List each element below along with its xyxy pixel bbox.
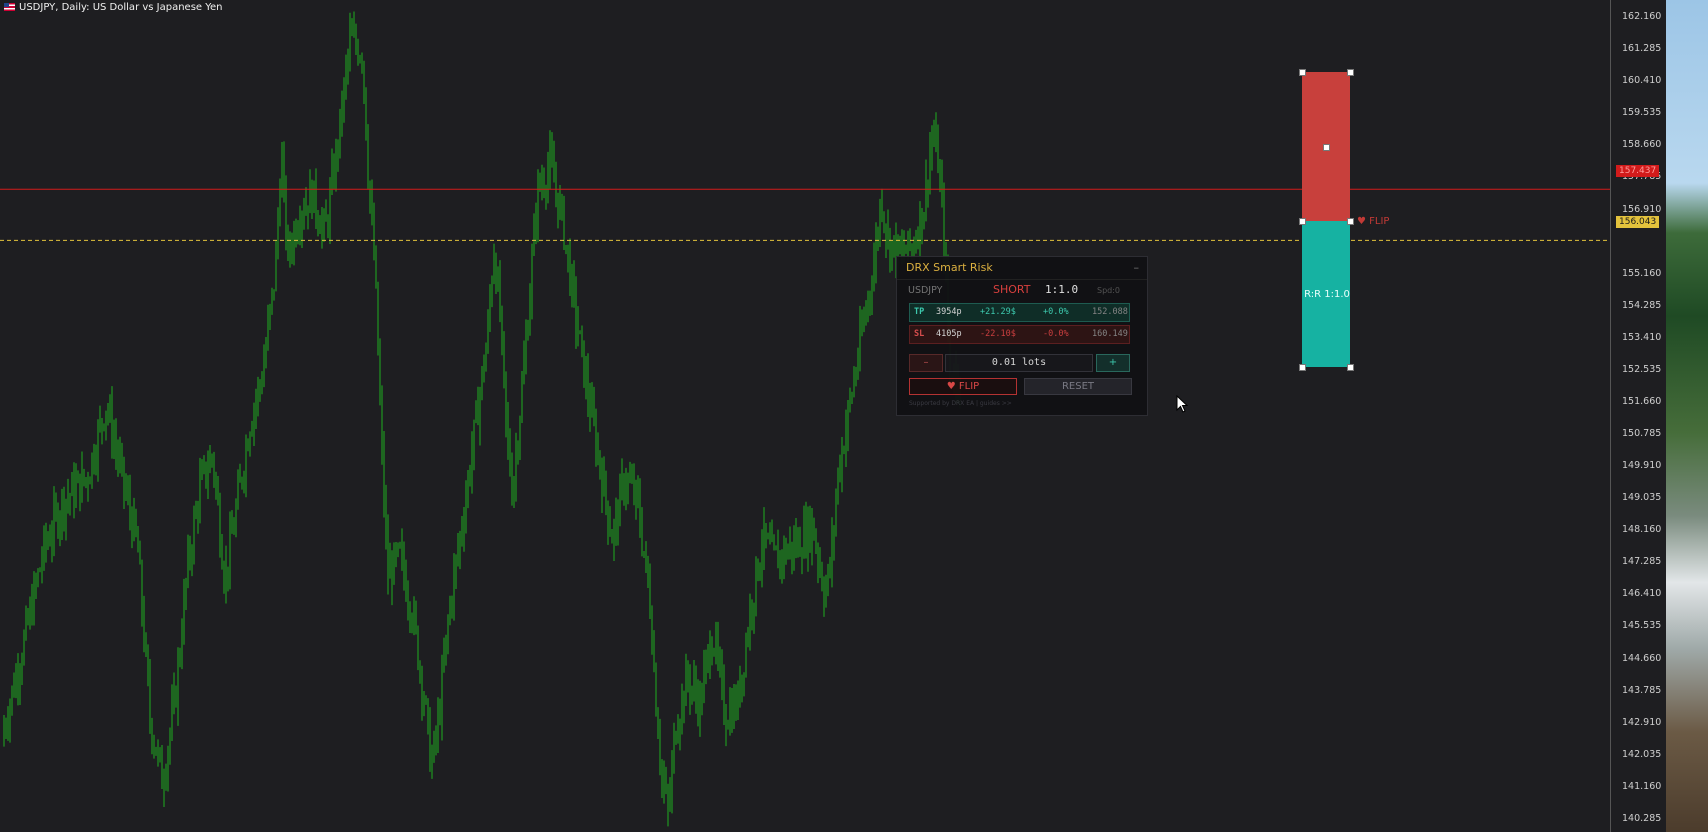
reset-button[interactable]: RESET bbox=[1024, 378, 1132, 395]
entry-price-tag: 156.043 bbox=[1616, 216, 1659, 228]
price-tick-label: 159.535 bbox=[1622, 107, 1662, 119]
sl-percent: -0.0% bbox=[1043, 329, 1069, 339]
price-tick-label: 146.410 bbox=[1622, 588, 1662, 600]
price-tick-label: 153.410 bbox=[1622, 331, 1662, 343]
lot-stepper: – 0.01 lots + bbox=[909, 354, 1130, 372]
sl-money: -22.10$ bbox=[980, 329, 1016, 339]
chart-flag-icon bbox=[4, 3, 15, 11]
sl-row: SL 4105p -22.10$ -0.0% 160.149 bbox=[909, 325, 1130, 344]
sl-pips: 4105p bbox=[936, 329, 962, 339]
price-tick-label: 141.160 bbox=[1622, 780, 1662, 792]
price-tick-label: 154.285 bbox=[1622, 299, 1662, 311]
price-tick-label: 144.660 bbox=[1622, 652, 1662, 664]
tp-row: TP 3954p +21.29$ +0.0% 152.088 bbox=[909, 303, 1130, 322]
sl-label: SL bbox=[914, 329, 925, 339]
price-tick-label: 142.035 bbox=[1622, 748, 1662, 760]
risk-panel-title: DRX Smart Risk bbox=[906, 261, 993, 274]
panel-symbol: USDJPY bbox=[908, 285, 943, 296]
price-tick-label: 149.910 bbox=[1622, 460, 1662, 472]
sl-top-left-handle[interactable] bbox=[1299, 69, 1306, 76]
background-photo-strip bbox=[1666, 0, 1708, 832]
tp-label: TP bbox=[914, 307, 925, 317]
flip-button[interactable]: ♥ FLIP bbox=[909, 378, 1017, 395]
increase-lots-button[interactable]: + bbox=[1096, 354, 1130, 372]
entry-right-handle[interactable] bbox=[1347, 218, 1354, 225]
price-tick-label: 140.285 bbox=[1622, 812, 1662, 824]
risk-info-row: USDJPY SHORT 1:1.0 Spd:0 bbox=[897, 280, 1147, 300]
tp-money: +21.29$ bbox=[980, 307, 1016, 317]
sl-price: 160.149 bbox=[1092, 329, 1128, 339]
zone-center-handle[interactable] bbox=[1323, 144, 1330, 151]
price-tick-label: 155.160 bbox=[1622, 267, 1662, 279]
spread-value: Spd:0 bbox=[1097, 286, 1121, 295]
price-tick-label: 147.285 bbox=[1622, 556, 1662, 568]
risk-reward-label: R:R 1:1.0 bbox=[1304, 289, 1350, 300]
price-tick-label: 158.660 bbox=[1622, 139, 1662, 151]
tp-bottom-right-handle[interactable] bbox=[1347, 364, 1354, 371]
price-tick-label: 145.535 bbox=[1622, 620, 1662, 632]
price-tick-label: 150.785 bbox=[1622, 428, 1662, 440]
chart-title: USDJPY, Daily: US Dollar vs Japanese Yen bbox=[4, 0, 223, 14]
price-tick-label: 161.285 bbox=[1622, 43, 1662, 55]
chart-flip-marker[interactable]: ♥ FLIP bbox=[1357, 216, 1389, 227]
price-tick-label: 143.785 bbox=[1622, 684, 1662, 696]
mouse-cursor-icon bbox=[1176, 395, 1188, 413]
decrease-lots-button[interactable]: – bbox=[909, 354, 943, 372]
risk-ratio: 1:1.0 bbox=[1045, 283, 1079, 296]
minimize-button[interactable]: – bbox=[1134, 257, 1140, 279]
price-tick-label: 151.660 bbox=[1622, 395, 1662, 407]
tp-price: 152.088 bbox=[1092, 307, 1128, 317]
tp-bottom-left-handle[interactable] bbox=[1299, 364, 1306, 371]
price-tick-label: 148.160 bbox=[1622, 524, 1662, 536]
price-tick-label: 152.535 bbox=[1622, 363, 1662, 375]
price-axis[interactable] bbox=[1610, 0, 1667, 832]
trade-direction[interactable]: SHORT bbox=[993, 283, 1030, 296]
price-tick-label: 160.410 bbox=[1622, 75, 1662, 87]
ohlc-bars bbox=[3, 11, 961, 827]
panel-footer[interactable]: Supported by DRX EA | guides >> bbox=[909, 400, 1012, 407]
chart-title-text: USDJPY, Daily: US Dollar vs Japanese Yen bbox=[19, 1, 223, 13]
sl-top-right-handle[interactable] bbox=[1347, 69, 1354, 76]
risk-panel[interactable]: DRX Smart Risk – USDJPY SHORT 1:1.0 Spd:… bbox=[896, 256, 1148, 416]
risk-panel-header[interactable]: DRX Smart Risk – bbox=[897, 257, 1147, 280]
tp-pips: 3954p bbox=[936, 307, 962, 317]
entry-left-handle[interactable] bbox=[1299, 218, 1306, 225]
lot-size-field[interactable]: 0.01 lots bbox=[945, 354, 1093, 372]
price-tick-label: 162.160 bbox=[1622, 11, 1662, 23]
chart-window[interactable]: USDJPY, Daily: US Dollar vs Japanese Yen… bbox=[0, 0, 1666, 832]
price-tick-label: 156.910 bbox=[1622, 203, 1662, 215]
price-tick-label: 142.910 bbox=[1622, 716, 1662, 728]
red-line-price-tag: 157.437 bbox=[1616, 165, 1659, 177]
price-chart[interactable] bbox=[0, 0, 1610, 832]
tp-percent: +0.0% bbox=[1043, 307, 1069, 317]
price-tick-label: 149.035 bbox=[1622, 492, 1662, 504]
